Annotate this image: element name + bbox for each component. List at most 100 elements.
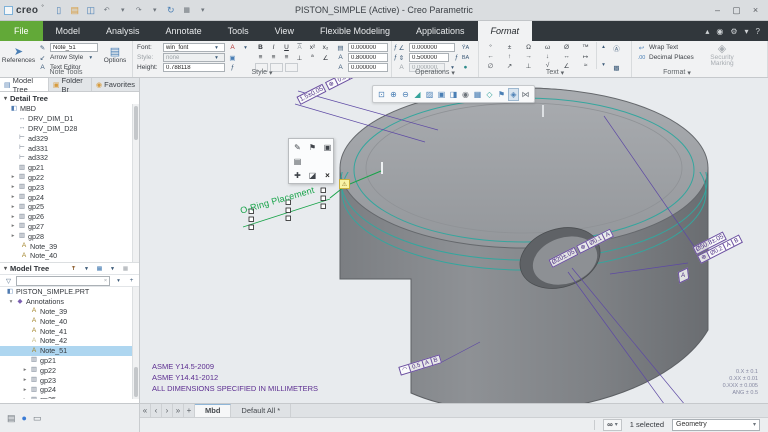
tree-item-ad331[interactable]: ⊢ad331 xyxy=(0,143,139,153)
symbol-degree[interactable]: ° xyxy=(481,43,500,52)
tree-item-note-41[interactable]: ANote_41 xyxy=(0,326,139,336)
expand-icon[interactable]: ▸ xyxy=(10,184,16,190)
tab-model[interactable]: Model xyxy=(43,21,94,41)
options-button[interactable]: ▤ Options xyxy=(101,42,129,69)
tree-item-gp25[interactable]: ▸▥gp25 xyxy=(0,202,139,212)
format-group-dropdown-icon[interactable]: ▾ xyxy=(687,69,691,77)
expand-icon[interactable]: ▸ xyxy=(10,174,16,180)
tab-flexible-modeling[interactable]: Flexible Modeling xyxy=(307,21,403,41)
tree-item-drv-dim-d1[interactable]: ↔DRV_DIM_D1 xyxy=(0,114,139,124)
symbol-arrow-bar[interactable]: ↦ xyxy=(576,52,595,61)
tree-item-gp22[interactable]: ▸▥gp22 xyxy=(0,365,139,375)
tree-columns-dropdown-icon[interactable]: ▾ xyxy=(107,264,118,273)
state-tab-default-all[interactable]: Default All * xyxy=(231,404,291,417)
saved-orientation-icon[interactable]: ◈ xyxy=(508,88,519,101)
model-tree-header[interactable]: ▾ Model Tree Ŧ ▾ ▤ ▾ ▦ xyxy=(0,262,139,274)
copy-style-icon[interactable]: ▣ xyxy=(227,53,238,62)
swap-chars-icon[interactable]: BA xyxy=(460,53,471,62)
repaint-icon[interactable]: ◢ xyxy=(412,88,423,101)
bold-button[interactable]: B xyxy=(255,43,266,52)
tab-annotate[interactable]: Annotate xyxy=(153,21,215,41)
zoom-out-icon[interactable]: ⊖ xyxy=(400,88,411,101)
tab-model-tree[interactable]: ▤Model Tree xyxy=(0,78,49,91)
clear-filter-icon[interactable]: × xyxy=(100,276,111,285)
tab-favorites[interactable]: ◉Favorites xyxy=(92,78,139,91)
slant-angle-input[interactable] xyxy=(348,43,388,52)
user-icon[interactable]: ◉ xyxy=(716,27,723,36)
display-style-icon[interactable]: ▦ xyxy=(472,88,483,101)
state-tab-mbd[interactable]: Mbd xyxy=(195,404,231,417)
tree-filters-icon[interactable]: Ŧ xyxy=(68,264,79,273)
tab-view[interactable]: View xyxy=(262,21,307,41)
zoom-in-icon[interactable]: ⊕ xyxy=(388,88,399,101)
tree-filter-input[interactable] xyxy=(16,276,110,286)
tree-item-drv-dim-d28[interactable]: ↔DRV_DIM_D28 xyxy=(0,124,139,134)
tree-item-piston-simple-prt[interactable]: ◧PISTON_SIMPLE.PRT xyxy=(0,287,139,297)
windows-icon[interactable]: ▦ xyxy=(180,3,194,17)
text-color-button[interactable]: A xyxy=(227,43,238,52)
tree-item-mbd[interactable]: ◧MBD xyxy=(0,104,139,114)
tree-item-note-42[interactable]: ANote_42 xyxy=(0,336,139,346)
tree-item-gp24[interactable]: ▸▥gp24 xyxy=(0,192,139,202)
symbol-arrow-left[interactable]: ← xyxy=(481,52,500,61)
undo-dropdown-icon[interactable]: ▾ xyxy=(116,3,130,17)
delete-note-icon[interactable]: × xyxy=(321,169,334,181)
symbol-arrow-right[interactable]: → xyxy=(519,52,538,61)
tree-item-gp21[interactable]: ▥gp21 xyxy=(0,163,139,173)
case-toggle-icon[interactable]: ŸA xyxy=(460,43,471,52)
detail-tree-scrollbar[interactable] xyxy=(132,104,139,262)
note-style-icon[interactable]: ▤ xyxy=(291,155,304,167)
detail-tree-header[interactable]: ▾Detail Tree xyxy=(0,92,139,104)
help-icon[interactable]: ? xyxy=(756,27,760,36)
tab-analysis[interactable]: Analysis xyxy=(93,21,153,41)
overline-button[interactable]: A xyxy=(294,43,305,52)
expand-icon[interactable]: ▸ xyxy=(10,204,16,210)
note-units[interactable]: ALL DIMENSIONS SPECIFIED IN MILLIMETERS xyxy=(152,383,318,394)
align-left-button[interactable]: ≡ xyxy=(255,53,266,62)
symbol-arrow-down[interactable]: ↓ xyxy=(538,52,557,61)
restore-button[interactable]: ▢ xyxy=(728,3,745,17)
tree-item-annotations[interactable]: ▾◆Annotations xyxy=(0,297,139,307)
underline-button[interactable]: U xyxy=(281,43,292,52)
collapse-ribbon-icon[interactable]: ▴ xyxy=(705,27,709,36)
expand-icon[interactable]: ▸ xyxy=(10,214,16,220)
first-state-icon[interactable]: « xyxy=(140,404,151,417)
align-center-button[interactable]: ≡ xyxy=(268,53,279,62)
detail-tree-collapse-icon[interactable]: ▾ xyxy=(4,95,7,102)
copy-note-icon[interactable]: ▣ xyxy=(321,141,334,153)
symbol-arrow-up[interactable]: ↑ xyxy=(500,52,519,61)
superscript-button[interactable]: x² xyxy=(307,43,318,52)
references-button[interactable]: ➤ References xyxy=(2,42,35,69)
model-tree-scrollbar[interactable] xyxy=(132,287,139,399)
symbol-arrow-both[interactable]: ↔ xyxy=(557,52,576,61)
note-asme-y14-5[interactable]: ASME Y14.5-2009 xyxy=(152,361,318,372)
tree-item-gp21[interactable]: ▥gp21 xyxy=(0,356,139,366)
symbols-scroll-up-icon[interactable]: ▴ xyxy=(598,42,609,51)
save-icon[interactable]: ◫ xyxy=(84,3,98,17)
close-button[interactable]: × xyxy=(747,3,764,17)
tab-tools[interactable]: Tools xyxy=(215,21,262,41)
expand-icon[interactable]: ▸ xyxy=(10,233,16,239)
piston-top-face[interactable] xyxy=(340,88,708,248)
expand-icon[interactable]: ▸ xyxy=(10,223,16,229)
view-normal-icon[interactable]: ◨ xyxy=(448,88,459,101)
datum-display-icon[interactable]: ◇ xyxy=(484,88,495,101)
settings-gear-icon[interactable]: ⚙ xyxy=(730,27,737,36)
tree-item-gp26[interactable]: ▸▥gp26 xyxy=(0,212,139,222)
symbol-diameter[interactable]: Ø xyxy=(557,43,576,52)
tree-item-ad329[interactable]: ⊢ad329 xyxy=(0,133,139,143)
wrap-text-button[interactable]: ↩ Wrap Text xyxy=(636,43,700,52)
erase-note-icon[interactable]: ◪ xyxy=(306,169,319,181)
open-icon[interactable]: ▤ xyxy=(68,3,82,17)
standard-notes[interactable]: ASME Y14.5-2009 ASME Y14.41-2012 ALL DIM… xyxy=(152,361,318,394)
graphics-area[interactable]: ⊡ ⊕ ⊖ ◢ ▨ ▣ ◨ ◉ ▦ ◇ ⚑ ◈ ⋈ ✎ ⚑ ▣ ▤ ✚ ◪ × … xyxy=(140,78,768,403)
tab-folder-browser[interactable]: ▣Folder Br xyxy=(49,78,92,91)
style-group-dropdown-icon[interactable]: ▾ xyxy=(269,69,273,77)
collapse-icon[interactable]: ▾ xyxy=(8,299,14,305)
tree-columns-icon[interactable]: ▤ xyxy=(94,264,105,273)
text-color-dropdown-icon[interactable]: ▾ xyxy=(240,43,251,52)
symbol-omega[interactable]: Ω xyxy=(519,43,538,52)
slant-toggle-button[interactable]: ∠ xyxy=(320,53,331,62)
tree-item-gp23[interactable]: ▸▥gp23 xyxy=(0,182,139,192)
symbol-omega-lower[interactable]: ω xyxy=(538,43,557,52)
